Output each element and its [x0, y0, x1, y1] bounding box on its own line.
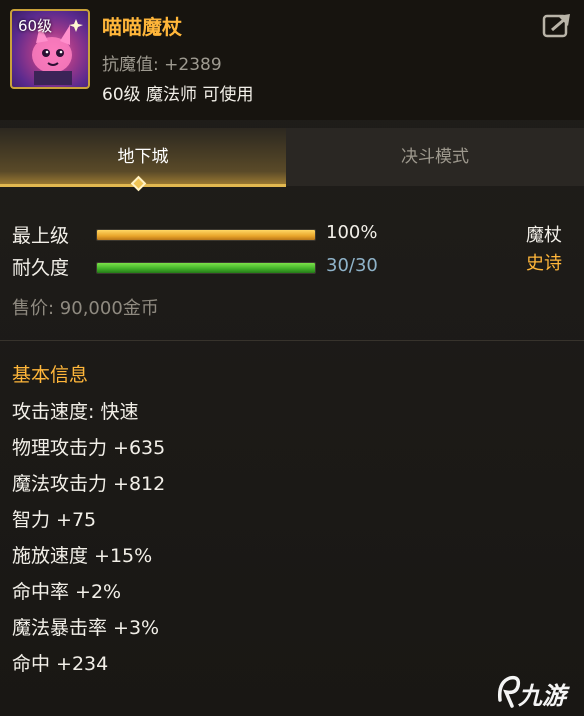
- attribute-row: 命中 +234: [12, 653, 109, 675]
- attribute-row: 施放速度 +15%: [12, 545, 153, 567]
- durability-bar-fill: [97, 263, 315, 273]
- attribute-row: 智力 +75: [12, 509, 97, 531]
- attribute-list: 攻击速度: 快速 物理攻击力 +635 魔法攻击力 +812 智力 +75 施放…: [12, 398, 165, 686]
- item-level-tag: 60级: [18, 17, 53, 35]
- item-header: 60级 喵喵魔杖 抗魔值: +2389 60级 魔法师 可使用: [0, 0, 584, 120]
- grade-bar: [96, 229, 316, 241]
- share-icon: [542, 14, 570, 38]
- grade-bar-fill: [97, 230, 315, 240]
- grade-value: 100%: [326, 222, 378, 243]
- grade-label: 最上级: [12, 225, 70, 247]
- attribute-row: 物理攻击力 +635: [12, 437, 166, 459]
- durability-value: 30/30: [326, 255, 378, 276]
- tab-dungeon[interactable]: 地下城: [0, 128, 286, 186]
- mode-tabs: 地下城 决斗模式: [0, 128, 584, 188]
- sell-price: 售价: 90,000金币: [12, 298, 159, 319]
- tab-duel-mode[interactable]: 决斗模式: [286, 128, 584, 186]
- item-icon: 60级: [10, 9, 90, 89]
- watermark-text: 九游: [518, 682, 566, 710]
- share-button[interactable]: [542, 12, 572, 40]
- durability-bar: [96, 262, 316, 274]
- item-tooltip-panel: 60级 喵喵魔杖 抗魔值: +2389 60级 魔法师 可使用 地下城 决斗模式…: [0, 0, 584, 716]
- durability-label: 耐久度: [12, 257, 70, 279]
- attribute-row: 攻击速度: 快速: [12, 401, 139, 423]
- rarity-label: 史诗: [526, 253, 562, 274]
- basic-info-title: 基本信息: [12, 364, 89, 386]
- attribute-row: 魔法攻击力 +812: [12, 473, 166, 495]
- weapon-type: 魔杖: [526, 225, 562, 246]
- section-divider: [0, 340, 584, 341]
- item-name: 喵喵魔杖: [102, 15, 182, 39]
- attribute-row: 魔法暴击率 +3%: [12, 617, 160, 639]
- class-requirement: 60级 魔法师 可使用: [102, 85, 254, 105]
- magic-resist-stat: 抗魔值: +2389: [102, 55, 222, 75]
- attribute-row: 命中率 +2%: [12, 581, 122, 603]
